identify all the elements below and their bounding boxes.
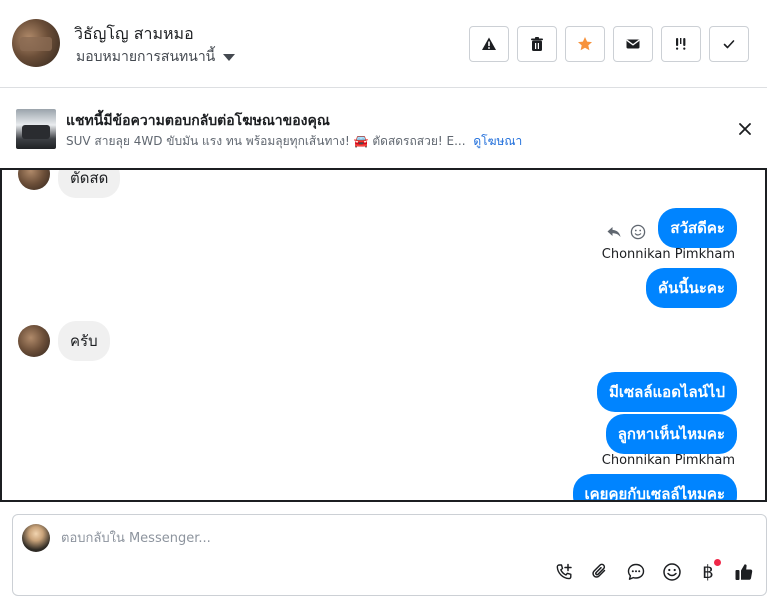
emoji-reaction-icon[interactable] (630, 224, 646, 240)
call-add-icon (556, 563, 572, 580)
mark-unread-button[interactable] (613, 26, 653, 62)
trash-icon (531, 37, 543, 51)
star-button[interactable] (565, 26, 605, 62)
add-call-button[interactable] (553, 561, 575, 583)
composer-toolbar: ฿ (553, 559, 755, 583)
notification-dot (714, 559, 721, 566)
checkmark-icon (723, 40, 735, 49)
chat-bubble-icon (627, 563, 645, 580)
incoming-message[interactable]: ตัดสด (58, 170, 121, 198)
delete-button[interactable] (517, 26, 557, 62)
ad-thumbnail[interactable] (16, 109, 56, 149)
page-avatar (22, 524, 50, 552)
outgoing-message[interactable]: เคยคุยกับเซลล์ไหมคะ (572, 474, 737, 500)
sender-name: Chonnikan Pimkham (601, 247, 735, 262)
conversation-header: วิธัญโญ สามหมอ มอบหมายการสนทนานี้ (0, 0, 767, 88)
contact-avatar[interactable] (12, 19, 60, 67)
contact-avatar-small (18, 325, 50, 357)
assign-conversation-dropdown[interactable]: มอบหมายการสนทนานี้ (76, 46, 236, 68)
saved-replies-button[interactable] (625, 561, 647, 583)
reply-input[interactable] (61, 527, 721, 549)
ad-banner-title: แชทนี้มีข้อความตอบกลับต่อโฆษณาของคุณ (66, 113, 330, 129)
star-icon (578, 37, 592, 51)
outgoing-message[interactable]: สวัสดีคะ (658, 208, 737, 248)
outgoing-message[interactable]: ลูกหาเห็นไหมคะ (605, 414, 737, 454)
payment-button[interactable]: ฿ (697, 559, 721, 583)
ad-reply-banner: แชทนี้มีข้อความตอบกลับต่อโฆษณาของคุณ SUV… (0, 89, 767, 168)
emoji-button[interactable] (661, 561, 683, 583)
ad-banner-subtitle: SUV สายลุย 4WD ขับมัน แรง ทน พร้อมลุยทุก… (66, 132, 522, 151)
envelope-icon (626, 39, 640, 49)
like-button[interactable] (733, 561, 755, 583)
attach-button[interactable] (589, 561, 611, 583)
contact-avatar-small (18, 170, 50, 190)
alert-button[interactable] (469, 26, 509, 62)
follow-up-icon (676, 38, 686, 50)
contact-name[interactable]: วิธัญโญ สามหมอ (74, 22, 194, 47)
mark-done-button[interactable] (709, 26, 749, 62)
close-icon[interactable] (736, 120, 754, 138)
ad-description: SUV สายลุย 4WD ขับมัน แรง ทน พร้อมลุยทุก… (66, 134, 466, 148)
emoji-icon (663, 563, 681, 581)
incoming-message[interactable]: ครับ (58, 321, 110, 361)
caret-down-icon (223, 53, 236, 61)
reply-composer: ฿ (12, 514, 767, 596)
outgoing-message[interactable]: คันนี้นะคะ (646, 268, 737, 308)
warning-icon (482, 37, 496, 50)
paperclip-icon (592, 563, 606, 578)
message-thread[interactable]: ตัดสด สวัสดีคะ Chonnikan Pimkham คันนี้น… (0, 168, 767, 502)
baht-icon: ฿ (702, 561, 714, 583)
follow-up-button[interactable] (661, 26, 701, 62)
outgoing-message[interactable]: มีเซลล์แอดไลน์ไป (596, 372, 737, 412)
inbox-conversation-view: วิธัญโญ สามหมอ มอบหมายการสนทนานี้ แชทนี้… (0, 0, 767, 597)
thumbs-up-icon (735, 564, 753, 580)
reply-icon[interactable] (606, 224, 622, 240)
assign-label: มอบหมายการสนทนานี้ (76, 49, 216, 65)
view-ad-link[interactable]: ดูโฆษณา (473, 134, 522, 148)
header-actions (469, 26, 749, 62)
sender-name: Chonnikan Pimkham (601, 453, 735, 468)
